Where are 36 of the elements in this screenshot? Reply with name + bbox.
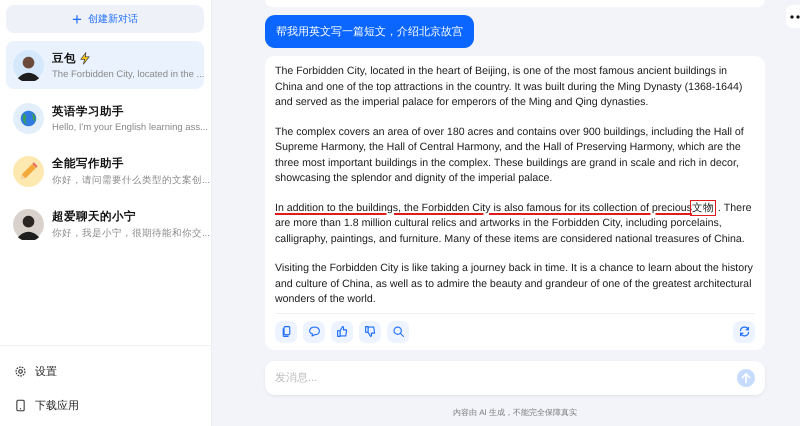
avatar-icon <box>13 208 44 240</box>
search-icon <box>392 325 404 338</box>
user-message: 帮我用英文写一篇短文，介绍北京故宫 <box>265 15 474 48</box>
thumbs-down-icon <box>364 325 376 338</box>
speech-bubble-icon <box>308 325 320 338</box>
avatar-icon <box>13 50 44 80</box>
copy-icon <box>280 325 292 338</box>
comment-button[interactable] <box>303 320 325 342</box>
new-chat-button[interactable]: + 创建新对话 <box>6 5 204 33</box>
thumbs-up-icon <box>336 325 348 338</box>
refresh-icon <box>738 325 750 338</box>
chat-name: 超爱聊天的小宁 <box>52 209 136 224</box>
regenerate-button[interactable] <box>733 320 755 342</box>
sidebar-link[interactable]: 下载应用 <box>14 388 197 422</box>
message-input[interactable]: 发消息... <box>265 360 765 394</box>
sidebar-link[interactable]: 设置 <box>14 354 197 388</box>
answer-paragraph: The complex covers an area of over 180 acres and contains over 900 buildings, including the Hall of Supreme Harmony, the Hall of Central Harmony, and the Hall of Preserving Harmony, which are the three most important buildings in the complex. These buildings are grand in scale and rich in decor, showcasing the splendor and dignity of the imperial palace. <box>275 124 745 186</box>
chat-name: 豆包 <box>52 52 76 66</box>
dislike-button[interactable] <box>359 320 381 342</box>
globe-icon <box>13 102 44 134</box>
chat-name: 全能写作助手 <box>52 156 124 170</box>
chat-preview: Hello, I'm your English learning ass... <box>52 122 208 132</box>
like-button[interactable] <box>331 320 353 342</box>
chat-preview: The Forbidden City, located in the ... <box>52 68 204 80</box>
answer-paragraph: Visiting the Forbidden City is like taking a journey back in time. It is a chance to learn about the history and culture of China, as well as to admire the beauty and grandeur of one of the greatest architectural wonders of the world. <box>275 261 754 307</box>
disclaimer-text: 内容由 AI 生成，不能完全保障真实 <box>452 406 578 418</box>
chat-item[interactable]: 豆包 The Forbidden City, located in the ... <box>6 41 204 89</box>
copy-button[interactable] <box>275 320 297 342</box>
settings-icon <box>14 364 27 378</box>
chat-preview: 你好，我是小宁，很期待能和你交... <box>52 226 210 240</box>
pencil-icon <box>13 156 44 186</box>
chat-preview: 你好，请问需要什么类型的文案创... <box>52 174 210 186</box>
chat-name: 英语学习助手 <box>52 104 124 118</box>
answer-paragraph: The Forbidden City, located in the heart of Beijing, is one of the most famous ancient buildings in China and one of the top attractions in the country. It was built during the Ming Dynasty (1368-1644) and served as the imperial palace for emperors of the Ming and Qing dynasties. <box>275 64 744 110</box>
search-button[interactable] <box>387 320 409 342</box>
phone-icon <box>14 398 27 412</box>
